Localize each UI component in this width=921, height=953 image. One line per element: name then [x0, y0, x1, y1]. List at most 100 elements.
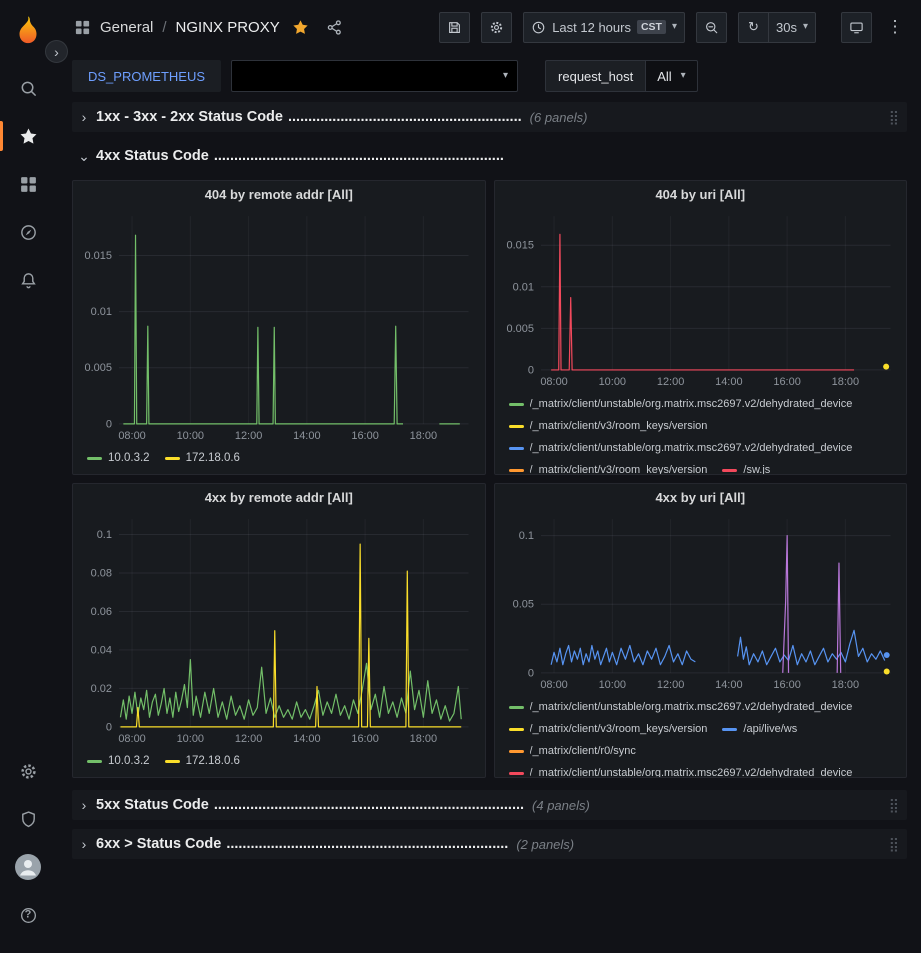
- favorite-star-icon[interactable]: [292, 19, 309, 36]
- sidebar-item-starred[interactable]: [0, 112, 56, 160]
- breadcrumb-folder[interactable]: General: [100, 19, 153, 36]
- chart-4xx-by-remote-addr[interactable]: 00.020.040.060.080.108:0010:0012:0014:00…: [77, 511, 481, 747]
- svg-text:0.06: 0.06: [91, 606, 112, 618]
- legend-item[interactable]: /_matrix/client/r0/sync: [509, 742, 636, 761]
- svg-text:0: 0: [106, 418, 112, 430]
- dotted-leader: ........................................…: [288, 109, 522, 125]
- svg-text:0.015: 0.015: [85, 250, 112, 262]
- dashboard-settings-button[interactable]: [481, 12, 512, 43]
- request-host-select[interactable]: All ▾: [645, 60, 697, 92]
- sidebar-item-dashboards[interactable]: [0, 160, 56, 208]
- svg-text:10:00: 10:00: [598, 679, 625, 691]
- svg-text:10:00: 10:00: [177, 733, 204, 745]
- tv-mode-button[interactable]: [841, 12, 872, 43]
- chevron-right-icon: ›: [72, 836, 96, 852]
- legend-item[interactable]: /_matrix/client/unstable/org.matrix.msc2…: [509, 698, 853, 717]
- sidebar-item-alerting[interactable]: [0, 256, 56, 304]
- chart-404-by-remote-addr[interactable]: 00.0050.010.01508:0010:0012:0014:0016:00…: [77, 208, 481, 444]
- host-variable-select[interactable]: ▾: [231, 60, 518, 92]
- legend: /_matrix/client/unstable/org.matrix.msc2…: [495, 390, 907, 474]
- user-avatar[interactable]: [0, 843, 56, 891]
- legend-item[interactable]: /sw.js: [722, 461, 770, 474]
- bell-icon: [19, 271, 38, 290]
- sidebar-item-configuration[interactable]: [0, 747, 56, 795]
- share-icon[interactable]: [326, 19, 343, 36]
- gear-icon: [19, 762, 38, 781]
- sidebar-item-explore[interactable]: [0, 208, 56, 256]
- panel-chart-area: 00.020.040.060.080.108:0010:0012:0014:00…: [73, 511, 485, 747]
- breadcrumb: General / NGINX PROXY: [74, 19, 343, 36]
- legend-label: /_matrix/client/unstable/org.matrix.msc2…: [530, 698, 853, 717]
- svg-text:10:00: 10:00: [598, 376, 625, 388]
- zoom-out-button[interactable]: [696, 12, 727, 43]
- chevron-down-icon: ⌄: [72, 148, 96, 165]
- sidebar-item-help[interactable]: ?: [0, 891, 56, 939]
- row-4xx[interactable]: ⌄ 4xx Status Code ......................…: [72, 141, 907, 171]
- svg-text:0.08: 0.08: [91, 567, 112, 579]
- svg-text:16:00: 16:00: [351, 733, 378, 745]
- legend-swatch-icon: [722, 728, 737, 731]
- apps-grid-icon[interactable]: [74, 19, 91, 36]
- refresh-group: ↻ 30s ▾: [738, 12, 816, 43]
- time-range-picker[interactable]: Last 12 hours CST ▾: [523, 12, 685, 43]
- row-1xx-3xx-2xx[interactable]: › 1xx - 3xx - 2xx Status Code ..........…: [72, 102, 907, 132]
- svg-text:14:00: 14:00: [715, 376, 742, 388]
- legend-swatch-icon: [722, 469, 737, 472]
- legend-item[interactable]: 10.0.3.2: [87, 449, 150, 468]
- drag-handle-icon[interactable]: ⣿: [889, 797, 907, 814]
- navbar-actions: Last 12 hours CST ▾ ↻ 30s ▾: [439, 12, 907, 43]
- grafana-logo-icon[interactable]: [11, 14, 45, 48]
- legend-item[interactable]: 10.0.3.2: [87, 752, 150, 771]
- row-5xx[interactable]: › 5xx Status Code ......................…: [72, 790, 907, 820]
- datasource-variable-link[interactable]: DS_PROMETHEUS: [72, 60, 221, 92]
- chart-4xx-by-uri[interactable]: 00.050.108:0010:0012:0014:0016:0018:00: [499, 511, 903, 693]
- legend-item[interactable]: /_matrix/client/v3/room_keys/version: [509, 417, 708, 436]
- chart-404-by-uri[interactable]: 00.0050.010.01508:0010:0012:0014:0016:00…: [499, 208, 903, 390]
- drag-handle-icon[interactable]: ⣿: [889, 836, 907, 853]
- panel-title[interactable]: 404 by remote addr [All]: [73, 181, 485, 208]
- svg-text:18:00: 18:00: [831, 376, 858, 388]
- panel-title[interactable]: 4xx by uri [All]: [495, 484, 907, 511]
- panel-title[interactable]: 4xx by remote addr [All]: [73, 484, 485, 511]
- legend-item[interactable]: 172.18.0.6: [165, 449, 240, 468]
- chevron-right-icon: ›: [54, 45, 59, 59]
- kebab-menu-button[interactable]: ⋮: [883, 12, 907, 43]
- legend-item[interactable]: /_matrix/client/v3/room_keys/version: [509, 461, 708, 474]
- clock-icon: [531, 20, 546, 35]
- drag-handle-icon[interactable]: ⣿: [889, 109, 907, 126]
- legend-item[interactable]: /_matrix/client/unstable/org.matrix.msc2…: [509, 764, 853, 777]
- svg-text:14:00: 14:00: [293, 430, 320, 442]
- legend-swatch-icon: [509, 750, 524, 753]
- svg-text:16:00: 16:00: [773, 376, 800, 388]
- sidebar-expand-button[interactable]: ›: [45, 40, 68, 63]
- save-dashboard-button[interactable]: [439, 12, 470, 43]
- panel-chart-area: 00.0050.010.01508:0010:0012:0014:0016:00…: [495, 208, 907, 390]
- svg-text:0.005: 0.005: [506, 323, 533, 335]
- svg-text:14:00: 14:00: [715, 679, 742, 691]
- page-title[interactable]: NGINX PROXY: [176, 19, 280, 36]
- dashboard-body: › 1xx - 3xx - 2xx Status Code ..........…: [56, 102, 921, 953]
- legend-item[interactable]: /_matrix/client/unstable/org.matrix.msc2…: [509, 395, 853, 414]
- legend-label: /sw.js: [743, 461, 770, 474]
- zoom-out-icon: [704, 20, 719, 35]
- svg-text:08:00: 08:00: [540, 376, 567, 388]
- sidebar-item-search[interactable]: [0, 64, 56, 112]
- chevron-right-icon: ›: [72, 797, 96, 813]
- panel-404-by-remote-addr: 404 by remote addr [All] 00.0050.010.015…: [72, 180, 486, 475]
- legend-label: /_matrix/client/r0/sync: [530, 742, 636, 761]
- legend-item[interactable]: /_matrix/client/v3/room_keys/version: [509, 720, 708, 739]
- legend-swatch-icon: [165, 760, 180, 763]
- legend: /_matrix/client/unstable/org.matrix.msc2…: [495, 693, 907, 777]
- legend-item[interactable]: /api/live/ws: [722, 720, 797, 739]
- legend-label: 172.18.0.6: [186, 752, 240, 771]
- sidebar-item-server-admin[interactable]: [0, 795, 56, 843]
- svg-text:16:00: 16:00: [773, 679, 800, 691]
- compass-icon: [19, 223, 38, 242]
- row-6xx[interactable]: › 6xx > Status Code ....................…: [72, 829, 907, 859]
- panel-title[interactable]: 404 by uri [All]: [495, 181, 907, 208]
- refresh-button[interactable]: ↻: [738, 12, 769, 43]
- refresh-interval-picker[interactable]: 30s ▾: [769, 12, 816, 43]
- legend-item[interactable]: 172.18.0.6: [165, 752, 240, 771]
- legend-item[interactable]: /_matrix/client/unstable/org.matrix.msc2…: [509, 439, 853, 458]
- svg-text:12:00: 12:00: [656, 679, 683, 691]
